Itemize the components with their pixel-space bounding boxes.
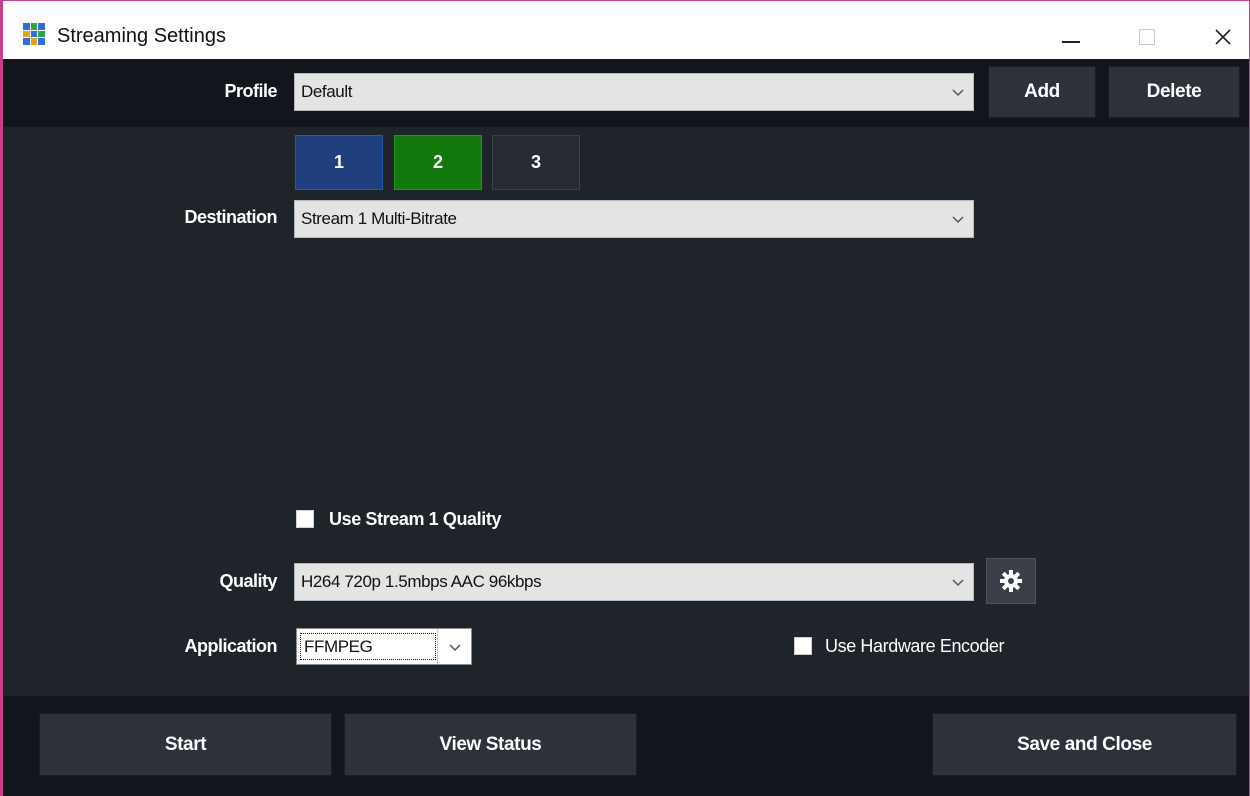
quality-value: H264 720p 1.5mbps AAC 96kbps [301,572,542,591]
quality-settings-button[interactable] [986,558,1036,604]
quality-select[interactable]: H264 720p 1.5mbps AAC 96kbps [294,563,974,601]
gear-icon [1000,570,1022,592]
destination-label: Destination [184,207,277,227]
tab-stream-3[interactable]: 3 [492,135,580,190]
tab-stream-1[interactable]: 1 [295,135,383,190]
chevron-down-icon [449,644,461,652]
maximize-button[interactable] [1119,15,1175,59]
chevron-down-icon [952,579,964,587]
delete-profile-button[interactable]: Delete [1108,66,1240,118]
application-value: FFMPEG [300,633,436,660]
minimize-icon [1062,41,1080,43]
hardware-encoder-checkbox[interactable] [794,637,812,655]
maximize-icon [1139,29,1155,45]
start-button[interactable]: Start [39,713,332,776]
hardware-encoder-label: Use Hardware Encoder [825,636,1005,656]
profile-select[interactable]: Default [294,73,974,111]
profile-value: Default [301,82,353,101]
close-icon [1215,29,1231,45]
chevron-down-icon [952,89,964,97]
application-select[interactable]: FFMPEG [296,628,472,665]
streaming-settings-window: Streaming Settings Profile Default Add D… [0,0,1250,796]
profile-bar: Profile Default Add Delete [3,59,1249,127]
tab-stream-2[interactable]: 2 [394,135,482,190]
minimize-button[interactable] [1043,15,1099,59]
use-stream1-quality-label: Use Stream 1 Quality [329,509,502,529]
close-button[interactable] [1195,15,1250,59]
chevron-down-icon [952,216,964,224]
title-bar[interactable]: Streaming Settings [3,1,1249,59]
footer-bar: Start View Status Save and Close [3,696,1249,796]
window-title: Streaming Settings [57,25,226,47]
quality-label: Quality [219,571,277,591]
use-stream1-quality-checkbox[interactable] [296,510,314,528]
application-label: Application [184,636,278,656]
app-grid-icon [23,23,45,45]
save-and-close-button[interactable]: Save and Close [932,713,1237,776]
view-status-button[interactable]: View Status [344,713,637,776]
add-profile-button[interactable]: Add [988,66,1096,118]
profile-label: Profile [224,81,277,101]
destination-select[interactable]: Stream 1 Multi-Bitrate [294,200,974,238]
destination-value: Stream 1 Multi-Bitrate [301,209,457,228]
